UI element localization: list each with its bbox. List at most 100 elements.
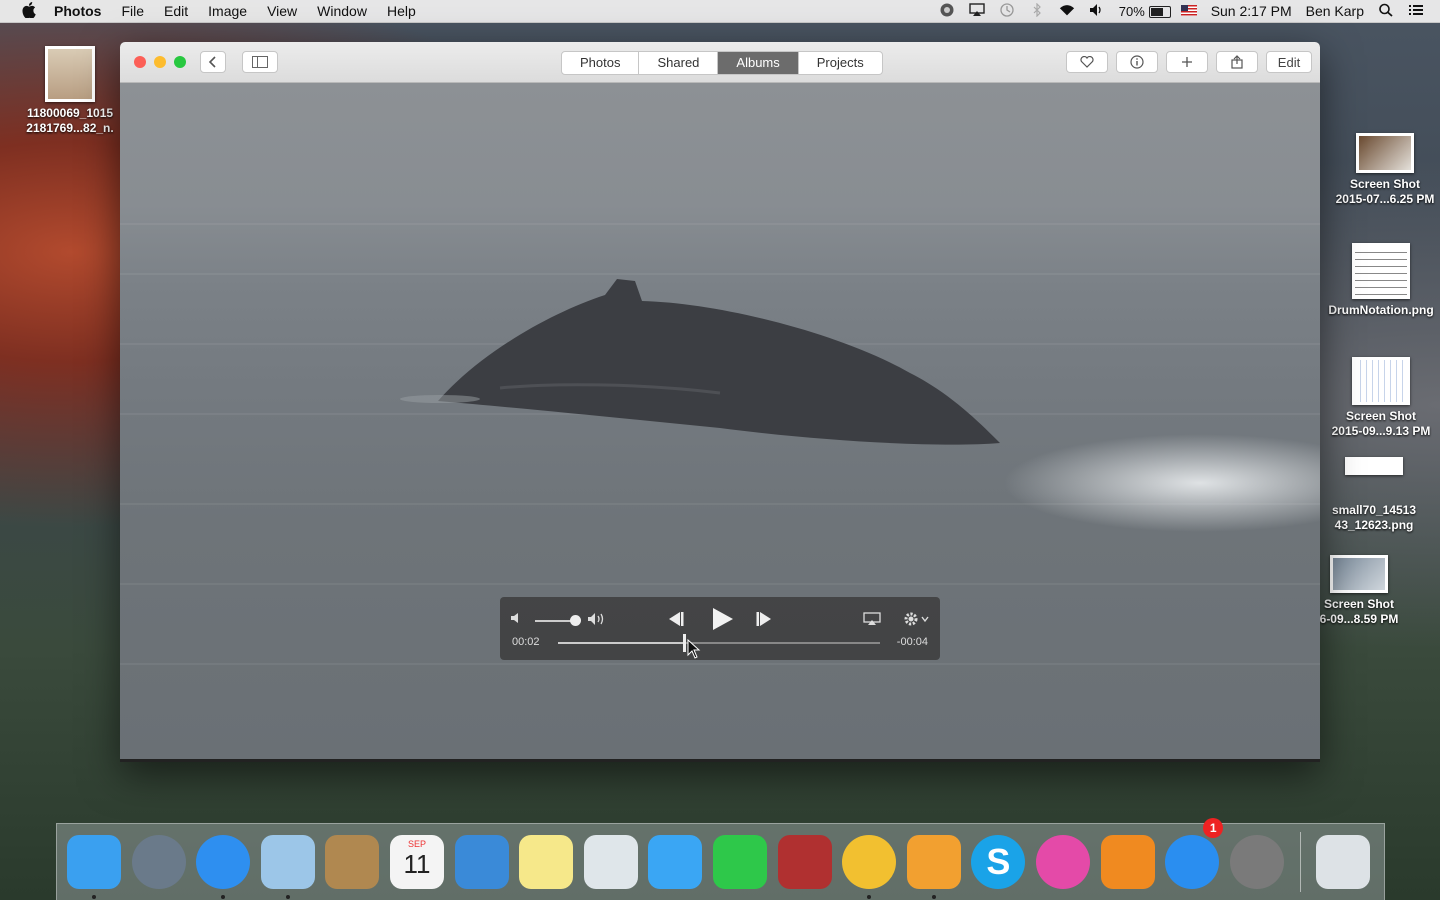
info-button[interactable]: [1116, 51, 1158, 73]
user-name[interactable]: Ben Karp: [1306, 3, 1364, 19]
creative-cloud-icon[interactable]: [939, 3, 955, 20]
photos-window: Photos Shared Albums Projects Edit 00:02…: [120, 42, 1320, 762]
volume-icon[interactable]: [1089, 3, 1105, 20]
menu-view[interactable]: View: [267, 3, 297, 19]
dock-photos-icon[interactable]: [842, 835, 897, 889]
desktop-file-small70[interactable]: small70_14513 43_12623.png: [1318, 457, 1430, 533]
desktop-file-left[interactable]: 11800069_1015 2181769...82_n.: [20, 46, 120, 136]
dock-safari-icon[interactable]: [196, 835, 251, 889]
menu-file[interactable]: File: [121, 3, 144, 19]
heart-icon: [1080, 56, 1094, 68]
dock-system-preferences-icon[interactable]: [1229, 835, 1284, 889]
flag-icon[interactable]: [1180, 3, 1197, 19]
dock-ibooks-icon[interactable]: [1100, 835, 1155, 889]
dock-divider: [1300, 832, 1302, 892]
notification-center-icon[interactable]: [1408, 3, 1424, 20]
dock-finder-icon[interactable]: [67, 835, 121, 889]
sidebar-icon: [252, 56, 268, 68]
desktop-file-screenshot-1[interactable]: Screen Shot 2015-07...6.25 PM: [1330, 133, 1440, 207]
menu-help[interactable]: Help: [387, 3, 416, 19]
file-thumbnail: [1330, 555, 1388, 593]
skip-back-icon: [669, 612, 684, 626]
dock-pages-icon[interactable]: [906, 835, 961, 889]
sidebar-toggle-button[interactable]: [242, 51, 278, 73]
desktop-file-label: small70_14513 43_12623.png: [1331, 503, 1417, 532]
skip-back-button[interactable]: [665, 610, 685, 631]
menu-window[interactable]: Window: [317, 3, 367, 19]
dock-app-store-icon[interactable]: [1165, 835, 1220, 889]
menu-edit[interactable]: Edit: [164, 3, 188, 19]
dock-facetime-icon[interactable]: [713, 835, 767, 889]
skip-forward-button[interactable]: [755, 610, 775, 631]
clock[interactable]: Sun 2:17 PM: [1211, 3, 1292, 19]
info-icon: [1130, 55, 1144, 69]
dock-skype-icon[interactable]: S: [971, 835, 1026, 889]
file-thumbnail: [45, 46, 95, 102]
apple-menu-icon[interactable]: [20, 1, 38, 21]
menu-app-name[interactable]: Photos: [54, 3, 101, 19]
mute-icon[interactable]: [510, 612, 524, 627]
menu-bar: Photos File Edit Image View Window Help …: [0, 0, 1440, 23]
desktop-file-screenshot-3[interactable]: Screen Shot 6-09...8.59 PM: [1314, 555, 1404, 627]
volume-slider[interactable]: [535, 615, 581, 626]
share-button[interactable]: [1216, 51, 1258, 73]
progress-played: [558, 642, 684, 644]
bluetooth-icon[interactable]: [1029, 2, 1045, 20]
file-thumbnail: [1352, 357, 1410, 405]
dock-skype-glyph: S: [986, 841, 1011, 882]
playhead[interactable]: [682, 634, 686, 652]
desktop-file-drumnotation[interactable]: DrumNotation.png: [1322, 243, 1440, 318]
dock-preview-icon[interactable]: [583, 835, 638, 889]
airplay-button[interactable]: [863, 612, 881, 629]
mouse-cursor-icon: [687, 639, 701, 659]
wifi-icon[interactable]: [1059, 3, 1075, 20]
spotlight-icon[interactable]: [1378, 3, 1394, 20]
dock-itunes-icon[interactable]: [1036, 835, 1090, 889]
tab-projects[interactable]: Projects: [799, 52, 882, 74]
play-icon: [713, 608, 733, 630]
dock-messages-icon[interactable]: [648, 835, 703, 889]
zoom-button[interactable]: [174, 56, 186, 68]
desktop-file-label: Screen Shot 6-09...8.59 PM: [1319, 597, 1399, 626]
dock-notes-icon[interactable]: [519, 835, 574, 889]
dock-photo-booth-icon[interactable]: [777, 835, 832, 889]
favorite-button[interactable]: [1066, 51, 1108, 73]
airplay-icon[interactable]: [969, 2, 985, 20]
dock-calendar-icon[interactable]: SEP 11: [390, 835, 444, 889]
battery-indicator[interactable]: 70%: [1119, 3, 1171, 19]
app-store-badge: 1: [1203, 818, 1224, 838]
window-toolbar: Photos Shared Albums Projects Edit: [120, 42, 1320, 83]
back-button[interactable]: [200, 51, 226, 73]
minimize-button[interactable]: [154, 56, 166, 68]
add-button[interactable]: [1166, 51, 1208, 73]
tab-shared[interactable]: Shared: [639, 52, 719, 74]
tab-albums[interactable]: Albums: [718, 52, 799, 74]
battery-icon: [1148, 6, 1171, 19]
dock-trash-icon[interactable]: [1316, 835, 1371, 889]
file-thumbnail: [1352, 243, 1410, 299]
menu-image[interactable]: Image: [208, 3, 247, 19]
edit-button[interactable]: Edit: [1266, 51, 1312, 73]
tab-photos[interactable]: Photos: [562, 52, 640, 74]
desktop-file-label: 11800069_1015 2181769...82_n.: [26, 106, 114, 135]
running-indicator: [931, 895, 936, 899]
dock-launchpad-icon[interactable]: [131, 835, 186, 889]
time-machine-icon[interactable]: [999, 2, 1015, 20]
progress-scrubber[interactable]: [558, 634, 880, 652]
share-icon: [1231, 55, 1243, 69]
play-button[interactable]: [710, 607, 734, 634]
dock-keynote-icon[interactable]: [454, 835, 509, 889]
video-controls: 00:02 -00:04: [500, 597, 940, 660]
dock-mail-icon[interactable]: [260, 835, 315, 889]
calendar-month: SEP: [407, 839, 426, 849]
dock: SEP 11 S 1: [56, 818, 1385, 900]
desktop-file-screenshot-2[interactable]: Screen Shot 2015-09...9.13 PM: [1322, 357, 1440, 439]
running-indicator: [92, 895, 96, 899]
dock-contacts-icon[interactable]: [325, 835, 380, 889]
running-indicator: [867, 895, 872, 899]
volume-max-icon[interactable]: [587, 612, 609, 629]
settings-button[interactable]: [903, 611, 931, 630]
volume-knob[interactable]: [569, 615, 581, 626]
file-thumbnail: [1345, 457, 1403, 475]
close-button[interactable]: [134, 56, 146, 68]
